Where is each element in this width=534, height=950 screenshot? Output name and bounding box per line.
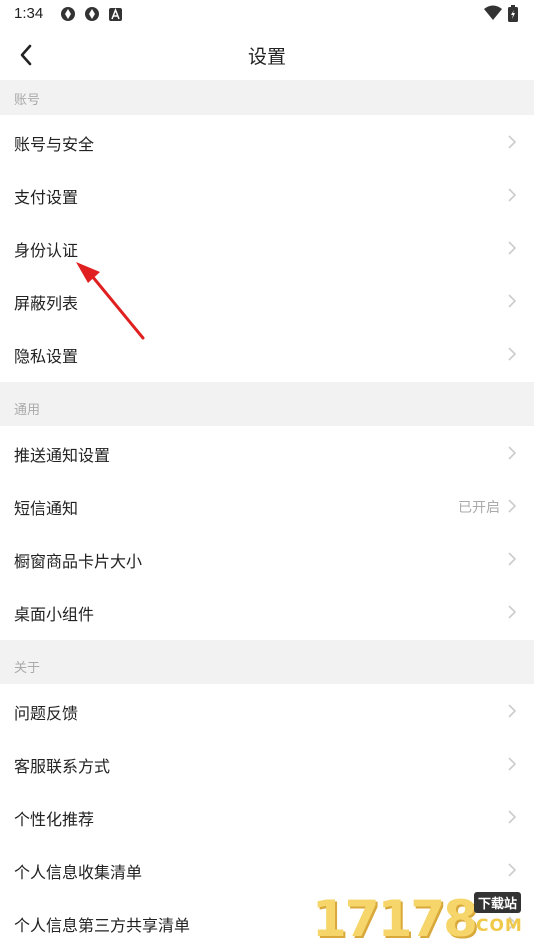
section-title: 账号 [14,93,41,108]
chevron-right-icon [508,446,516,460]
settings-row-personalized-recommendation[interactable]: 个性化推荐 [0,790,534,843]
row-label: 桌面小组件 [14,605,95,624]
row-label: 个性化推荐 [14,810,95,829]
chevron-right-icon [508,499,516,513]
settings-row-block-list[interactable]: 屏蔽列表 [0,274,534,327]
watermark-domain: COM [476,916,523,936]
chevron-right-icon [508,188,516,202]
chevron-right-icon [508,704,516,718]
section-header-account: 账号 [0,80,534,115]
settings-row-account-security[interactable]: 账号与安全 [0,115,534,168]
section-header-about: 关于 [0,640,534,684]
watermark-logo: 17178 下载站 COM [312,888,534,950]
row-label: 橱窗商品卡片大小 [14,552,143,571]
row-label: 个人信息收集清单 [14,863,143,882]
page-title: 设置 [247,46,286,68]
row-label: 个人信息第三方共享清单 [14,916,191,935]
section-title: 关于 [14,661,41,676]
settings-row-identity-verification[interactable]: 身份认证 [0,221,534,274]
settings-row-customer-service[interactable]: 客服联系方式 [0,737,534,790]
settings-row-card-size[interactable]: 橱窗商品卡片大小 [0,532,534,585]
watermark-digits: 17178 [312,890,478,948]
row-label: 账号与安全 [14,135,95,154]
chevron-right-icon [508,605,516,619]
settings-row-payment[interactable]: 支付设置 [0,168,534,221]
chevron-right-icon [508,810,516,824]
chevron-right-icon [508,757,516,771]
section-title: 通用 [14,403,41,418]
nav-bar: 设置 [0,30,534,78]
row-status-value: 已开启 [458,500,500,516]
status-time: 1:34 [14,5,44,22]
row-label: 屏蔽列表 [14,294,79,313]
chevron-right-icon [508,347,516,361]
settings-row-push-notifications[interactable]: 推送通知设置 [0,426,534,479]
settings-row-privacy[interactable]: 隐私设置 [0,327,534,380]
row-label: 隐私设置 [14,347,79,366]
row-label: 短信通知 [14,499,79,518]
chevron-right-icon [508,135,516,149]
row-label: 支付设置 [14,188,79,207]
chevron-right-icon [508,863,516,877]
row-label: 身份认证 [14,241,79,260]
row-label: 客服联系方式 [14,757,111,776]
wifi-icon [484,5,502,20]
row-label: 问题反馈 [14,704,79,723]
chevron-right-icon [508,552,516,566]
settings-row-desktop-widget[interactable]: 桌面小组件 [0,585,534,638]
app-notification-icon [61,7,75,21]
chevron-right-icon [508,241,516,255]
watermark-tag: 下载站 [474,892,522,913]
status-bar: 1:34 [0,0,534,30]
battery-icon [508,5,518,22]
settings-row-feedback[interactable]: 问题反馈 [0,684,534,737]
chevron-right-icon [508,294,516,308]
section-header-general: 通用 [0,382,534,426]
settings-row-sms-notifications[interactable]: 短信通知 已开启 [0,479,534,532]
app-notification-icon [85,7,99,21]
app-a-icon [109,8,122,21]
row-label: 推送通知设置 [14,446,111,465]
